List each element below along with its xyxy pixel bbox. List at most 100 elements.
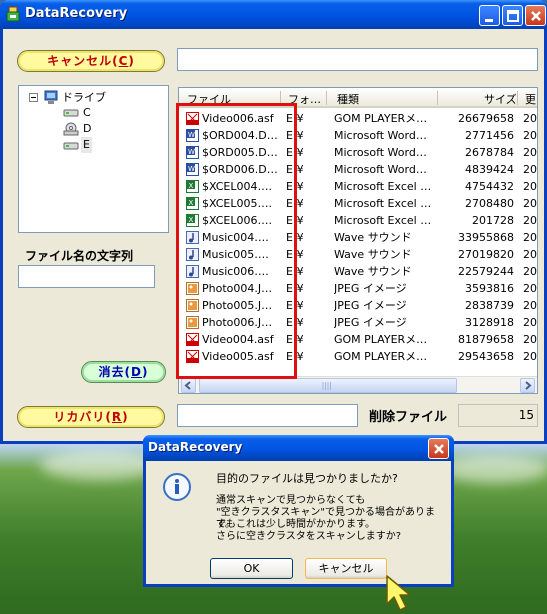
path-input[interactable] xyxy=(177,48,538,71)
scroll-left-button[interactable] xyxy=(181,378,196,393)
maximize-button[interactable] xyxy=(502,5,523,26)
modified-cell: 20 xyxy=(523,214,537,227)
dialog-line: さらに空きクラスタをスキャンしますか? xyxy=(216,531,402,542)
modified-cell: 20 xyxy=(523,265,537,278)
modified-cell: 20 xyxy=(523,163,537,176)
size-cell: 2708480 xyxy=(465,197,514,210)
modified-cell: 20 xyxy=(523,112,537,125)
column-modified[interactable]: 更 xyxy=(525,91,536,107)
type-cell: JPEG イメージ xyxy=(334,299,407,312)
drive-icon xyxy=(63,109,79,117)
size-cell: 81879658 xyxy=(458,333,514,346)
arrow-right-icon xyxy=(525,381,532,390)
recover-button[interactable]: リカバリ(R) xyxy=(17,406,165,428)
maximize-icon xyxy=(507,10,519,22)
column-type[interactable]: 種類 xyxy=(337,91,359,107)
modified-cell: 20 xyxy=(523,333,537,346)
size-cell: 4754432 xyxy=(465,180,514,193)
info-icon xyxy=(163,473,191,501)
scroll-thumb[interactable] xyxy=(199,378,457,393)
computer-icon xyxy=(44,90,58,104)
dialog-question: 目的のファイルは見つかりましたか? xyxy=(216,472,398,485)
app-icon xyxy=(6,6,20,22)
type-cell: JPEG イメージ xyxy=(334,282,407,295)
dialog-close-button[interactable] xyxy=(428,438,449,459)
tree-root-label[interactable]: ドライブ xyxy=(62,90,106,106)
tree-drive-d[interactable]: D xyxy=(83,121,91,137)
modified-cell: 20 xyxy=(523,197,537,210)
size-cell: 27019820 xyxy=(458,248,514,261)
cloud xyxy=(40,450,160,480)
column-separator[interactable] xyxy=(517,91,518,105)
deleted-files-count: 15 xyxy=(458,404,538,427)
type-cell: Microsoft Excel … xyxy=(334,180,432,193)
column-separator[interactable] xyxy=(437,91,438,105)
deleted-files-label: 削除ファイル xyxy=(369,410,448,425)
dialog-cancel-button[interactable]: キャンセル xyxy=(305,558,387,579)
filename-filter-input[interactable] xyxy=(18,265,155,288)
minimize-icon xyxy=(485,19,493,22)
size-cell: 2771456 xyxy=(465,129,514,142)
size-cell: 29543658 xyxy=(458,350,514,363)
modified-cell: 20 xyxy=(523,350,537,363)
title-bar[interactable]: DataRecovery xyxy=(0,0,547,29)
type-cell: Microsoft Word… xyxy=(334,163,427,176)
type-cell: JPEG イメージ xyxy=(334,316,407,329)
ok-button[interactable]: OK xyxy=(210,558,293,579)
recover-path-input[interactable] xyxy=(177,404,358,427)
size-cell: 4839424 xyxy=(465,163,514,176)
mouse-pointer-icon xyxy=(386,575,411,611)
column-separator[interactable] xyxy=(326,91,327,105)
clear-button[interactable]: 消去(D) xyxy=(81,361,166,383)
cancel-scan-button[interactable]: キャンセル(C) xyxy=(17,50,165,72)
type-cell: Microsoft Excel … xyxy=(334,214,432,227)
drive-icon xyxy=(63,142,79,150)
close-button[interactable] xyxy=(525,5,546,26)
arrow-left-icon xyxy=(184,381,191,390)
modified-cell: 20 xyxy=(523,231,537,244)
modified-cell: 20 xyxy=(523,129,537,142)
tree-drive-e[interactable]: E xyxy=(81,137,92,153)
type-cell: Wave サウンド xyxy=(334,231,412,244)
confirm-dialog: DataRecovery 目的のファイルは見つかりましたか? 通常スキャンで見つ… xyxy=(143,435,454,587)
type-cell: Microsoft Word… xyxy=(334,129,427,142)
type-cell: Wave サウンド xyxy=(334,265,412,278)
window-title: DataRecovery xyxy=(25,6,128,21)
type-cell: Wave サウンド xyxy=(334,248,412,261)
close-icon xyxy=(531,11,541,21)
cd-drive-icon xyxy=(63,122,79,136)
grip-icon xyxy=(322,382,331,390)
modified-cell: 20 xyxy=(523,282,537,295)
size-cell: 201728 xyxy=(472,214,514,227)
dialog-title: DataRecovery xyxy=(148,440,243,454)
type-cell: Microsoft Word… xyxy=(334,146,427,159)
cloud xyxy=(440,455,547,483)
size-cell: 33955868 xyxy=(458,231,514,244)
dialog-line: でもこれは少し時間がかかります。 xyxy=(216,519,375,530)
drive-tree[interactable]: ドライブ C D E xyxy=(18,85,169,233)
size-cell: 22579244 xyxy=(458,265,514,278)
size-cell: 3128918 xyxy=(465,316,514,329)
size-cell: 3593816 xyxy=(465,282,514,295)
highlight-frame xyxy=(176,103,297,379)
dialog-title-bar[interactable]: DataRecovery xyxy=(143,435,454,461)
size-cell: 26679658 xyxy=(458,112,514,125)
column-size[interactable]: サイズ xyxy=(484,91,517,107)
modified-cell: 20 xyxy=(523,299,537,312)
size-cell: 2678784 xyxy=(465,146,514,159)
tree-drive-c[interactable]: C xyxy=(83,105,91,121)
scroll-right-button[interactable] xyxy=(520,378,535,393)
type-cell: Microsoft Excel … xyxy=(334,197,432,210)
collapse-icon[interactable] xyxy=(29,93,38,102)
type-cell: GOM PLAYERメ… xyxy=(334,333,428,346)
dialog-line: 通常スキャンで見つからなくても xyxy=(216,495,366,506)
modified-cell: 20 xyxy=(523,248,537,261)
minimize-button[interactable] xyxy=(479,5,500,26)
filename-filter-label: ファイル名の文字列 xyxy=(25,249,134,263)
size-cell: 2838739 xyxy=(465,299,514,312)
type-cell: GOM PLAYERメ… xyxy=(334,112,428,125)
type-cell: GOM PLAYERメ… xyxy=(334,350,428,363)
modified-cell: 20 xyxy=(523,316,537,329)
close-icon xyxy=(434,444,444,454)
modified-cell: 20 xyxy=(523,180,537,193)
